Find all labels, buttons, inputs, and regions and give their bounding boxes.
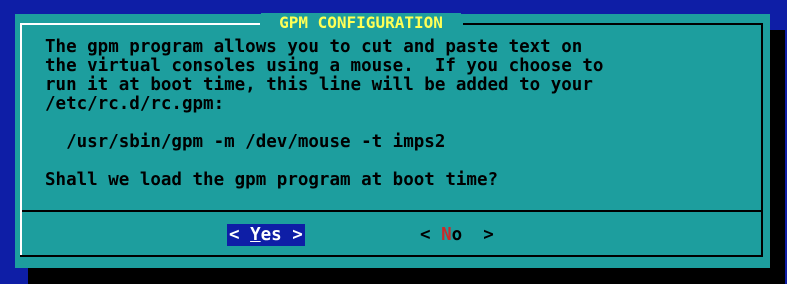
yes-hotkey: Y — [250, 225, 261, 245]
message-line: the virtual consoles using a mouse. If y… — [45, 56, 604, 76]
yes-close-bracket: > — [281, 225, 303, 245]
message-line: run it at boot time, this line will be a… — [45, 75, 593, 95]
dialog-title: GPM CONFIGURATION — [261, 13, 461, 33]
yes-label-rest: es — [260, 225, 282, 245]
no-close-bracket: > — [462, 225, 494, 245]
button-row: < Yes > < No > — [15, 224, 770, 246]
button-separator — [22, 210, 761, 212]
console-screen: GPM CONFIGURATION The gpm program allows… — [0, 0, 787, 284]
no-open-bracket: < — [420, 225, 442, 245]
gpm-command-line: /usr/sbin/gpm -m /dev/mouse -t imps2 — [45, 132, 446, 152]
no-hotkey: N — [441, 225, 452, 245]
message-line-blank — [45, 114, 765, 133]
frame-top-right — [463, 23, 763, 25]
gpm-configuration-dialog: GPM CONFIGURATION The gpm program allows… — [15, 13, 770, 268]
yes-open-bracket: < — [229, 225, 251, 245]
no-label-rest: o — [451, 225, 463, 245]
frame-top-left — [20, 23, 260, 25]
message-line: /etc/rc.d/rc.gpm: — [45, 94, 225, 114]
no-button[interactable]: < No > — [420, 224, 494, 246]
yes-button[interactable]: < Yes > — [227, 224, 305, 246]
dialog-message: The gpm program allows you to cut and pa… — [45, 38, 765, 190]
message-line-blank — [45, 152, 765, 171]
frame-bottom — [20, 255, 763, 257]
question-line: Shall we load the gpm program at boot ti… — [45, 170, 499, 190]
message-line: The gpm program allows you to cut and pa… — [45, 37, 583, 57]
frame-left — [20, 23, 22, 257]
